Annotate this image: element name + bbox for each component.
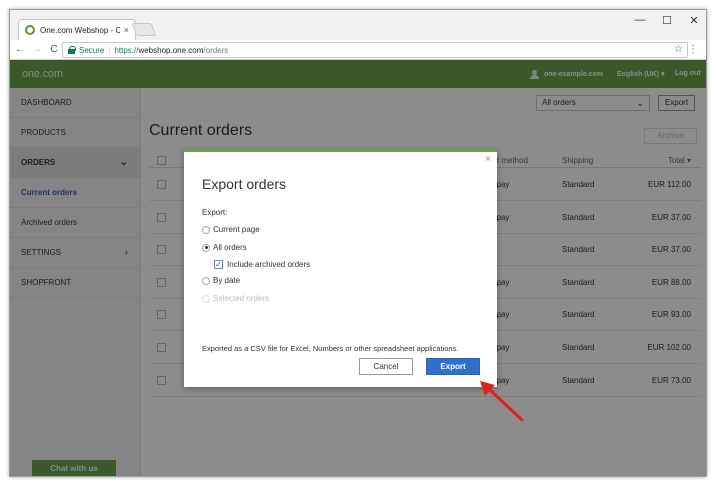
export-format-note: Exported as a CSV file for Excel, Number…: [202, 344, 459, 353]
cancel-button[interactable]: Cancel: [359, 358, 413, 375]
maximize-icon[interactable]: ☐: [654, 14, 680, 27]
option-selected-orders-label: Selected orders: [213, 294, 270, 303]
secure-label: Secure: [79, 45, 105, 55]
option-all-orders[interactable]: All orders: [202, 243, 247, 252]
option-all-orders-label: All orders: [213, 243, 247, 252]
option-current-page-label: Current page: [213, 225, 260, 234]
forward-icon[interactable]: →: [30, 44, 44, 55]
url-protocol: https://: [114, 45, 139, 55]
export-orders-dialog: × Export orders Export: Current page All…: [184, 149, 497, 387]
tab-strip: One.com Webshop - Cu × — ☐ ✕: [10, 10, 706, 40]
option-include-archived[interactable]: ✓ Include archived orders: [214, 260, 310, 269]
lock-icon: [68, 46, 76, 54]
option-selected-orders: Selected orders: [202, 294, 269, 303]
new-tab-button[interactable]: [131, 23, 157, 36]
webshop-page: one.com one-example.com English (UK) ▾ L…: [10, 60, 706, 476]
option-include-archived-label: Include archived orders: [227, 260, 311, 269]
bookmark-star-icon[interactable]: ☆: [674, 44, 683, 55]
dialog-export-button[interactable]: Export: [426, 358, 480, 375]
dialog-title: Export orders: [202, 176, 287, 192]
browser-toolbar: ← → C Secure | https://webshop.one.com/o…: [10, 40, 706, 60]
minimize-icon[interactable]: —: [627, 14, 653, 26]
reload-icon[interactable]: C: [47, 44, 61, 55]
export-label: Export:: [202, 208, 228, 217]
site-favicon-icon: [25, 25, 35, 35]
radio-all-orders[interactable]: [202, 243, 210, 252]
option-by-date-label: By date: [213, 276, 241, 285]
tab-title: One.com Webshop - Cu: [40, 25, 120, 35]
tab-close-icon[interactable]: ×: [124, 25, 129, 35]
radio-current-page[interactable]: [202, 225, 210, 234]
browser-menu-icon[interactable]: ⋮: [688, 44, 698, 55]
url-path: /orders: [203, 45, 229, 55]
url-host: webshop.one.com: [138, 45, 204, 55]
red-arrow-annotation-icon: [480, 381, 524, 422]
radio-selected-orders: [202, 294, 210, 303]
close-icon[interactable]: ×: [485, 154, 491, 165]
browser-tab[interactable]: One.com Webshop - Cu ×: [18, 19, 136, 40]
radio-by-date[interactable]: [202, 276, 210, 285]
close-window-icon[interactable]: ✕: [681, 14, 706, 27]
browser-window: One.com Webshop - Cu × — ☐ ✕ ← → C Secur…: [9, 9, 707, 477]
back-icon[interactable]: ←: [13, 44, 27, 55]
option-by-date[interactable]: By date: [202, 276, 240, 285]
address-bar[interactable]: Secure | https://webshop.one.com/orders …: [62, 42, 688, 58]
omnibox-divider: |: [108, 45, 111, 55]
include-archived-checkbox[interactable]: ✓: [214, 260, 223, 269]
option-current-page[interactable]: Current page: [202, 225, 260, 234]
